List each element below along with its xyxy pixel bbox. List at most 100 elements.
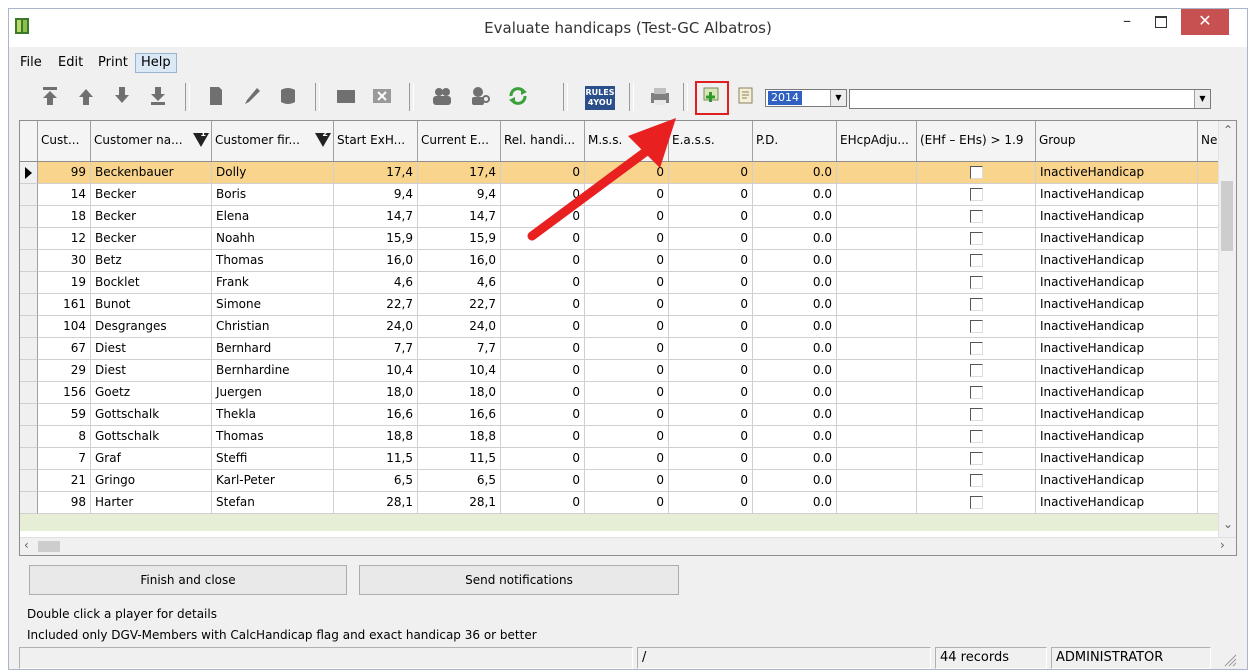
cell-mss[interactable]: 0: [585, 448, 669, 470]
row-header[interactable]: [20, 338, 38, 360]
finish-and-close-button[interactable]: Finish and close: [29, 565, 347, 595]
ehf-ehs-checkbox[interactable]: [970, 210, 983, 223]
cell-eass[interactable]: 0: [669, 184, 753, 206]
cell-eass[interactable]: 0: [669, 492, 753, 514]
row-header[interactable]: [20, 162, 38, 184]
column-header-ehf-ehs[interactable]: (EHf – EHs) > 1.9: [917, 121, 1036, 161]
cell-customer-id[interactable]: 59: [38, 404, 91, 426]
cell-ne[interactable]: [1198, 184, 1220, 206]
cell-rel-handicap[interactable]: 0: [501, 338, 585, 360]
cell-mss[interactable]: 0: [585, 316, 669, 338]
cell-start-exh[interactable]: 7,7: [334, 338, 418, 360]
cell-ehcp-adjust[interactable]: [837, 448, 917, 470]
cell-customer-name[interactable]: Beckenbauer: [91, 162, 212, 184]
cell-current-e[interactable]: 18,0: [418, 382, 501, 404]
rules4you-button[interactable]: RULES 4YOU: [585, 86, 615, 110]
cell-pd[interactable]: 0.0: [753, 492, 837, 514]
menu-file[interactable]: File: [15, 54, 47, 72]
ehf-ehs-checkbox[interactable]: [970, 408, 983, 421]
column-header-current-e[interactable]: Current E...: [418, 121, 501, 161]
cell-current-e[interactable]: 4,6: [418, 272, 501, 294]
print-button[interactable]: [649, 85, 671, 107]
table-row[interactable]: 104 Desgranges Christian 24,0 24,0 0 0 0 0.0 Inac…: [20, 316, 1220, 338]
cell-rel-handicap[interactable]: 0: [501, 360, 585, 382]
cell-customer-name[interactable]: Gottschalk: [91, 426, 212, 448]
handicap-grid[interactable]: Cust... Customer na... 1 Customer fir...…: [19, 120, 1237, 556]
table-row[interactable]: 59 Gottschalk Thekla 16,6 16,6 0 0 0 0.0 Inactive…: [20, 404, 1220, 426]
row-header[interactable]: [20, 470, 38, 492]
cell-eass[interactable]: 0: [669, 206, 753, 228]
cell-pd[interactable]: 0.0: [753, 228, 837, 250]
cell-group[interactable]: InactiveHandicap: [1036, 272, 1198, 294]
cell-ne[interactable]: [1198, 382, 1220, 404]
cell-ehcp-adjust[interactable]: [837, 338, 917, 360]
cell-rel-handicap[interactable]: 0: [501, 294, 585, 316]
row-header[interactable]: [20, 206, 38, 228]
cell-ehcp-adjust[interactable]: [837, 294, 917, 316]
cell-ehcp-adjust[interactable]: [837, 272, 917, 294]
table-row[interactable]: 99 Beckenbauer Dolly 17,4 17,4 0 0 0 0.0 Inactive…: [20, 162, 1220, 184]
cell-ne[interactable]: [1198, 404, 1220, 426]
column-header-customer-id[interactable]: Cust...: [38, 121, 91, 161]
cell-start-exh[interactable]: 6,5: [334, 470, 418, 492]
cell-customer-id[interactable]: 7: [38, 448, 91, 470]
cell-ehcp-adjust[interactable]: [837, 492, 917, 514]
refresh-button[interactable]: [507, 85, 529, 107]
cell-group[interactable]: InactiveHandicap: [1036, 470, 1198, 492]
row-header[interactable]: [20, 492, 38, 514]
cell-customer-id[interactable]: 98: [38, 492, 91, 514]
minimize-button[interactable]: –: [1113, 9, 1141, 35]
cell-customer-first[interactable]: Noahh: [212, 228, 334, 250]
ehf-ehs-checkbox[interactable]: [970, 320, 983, 333]
cell-customer-first[interactable]: Thekla: [212, 404, 334, 426]
users-button[interactable]: [431, 85, 453, 107]
table-row[interactable]: 12 Becker Noahh 15,9 15,9 0 0 0 0.0 InactiveHandi…: [20, 228, 1220, 250]
cell-ne[interactable]: [1198, 162, 1220, 184]
row-header[interactable]: [20, 448, 38, 470]
move-down-button[interactable]: [111, 85, 133, 107]
row-header[interactable]: [20, 184, 38, 206]
table-row[interactable]: 67 Diest Bernhard 7,7 7,7 0 0 0 0.0 InactiveHandi…: [20, 338, 1220, 360]
cell-customer-first[interactable]: Juergen: [212, 382, 334, 404]
cell-current-e[interactable]: 16,6: [418, 404, 501, 426]
cell-current-e[interactable]: 11,5: [418, 448, 501, 470]
cell-customer-first[interactable]: Karl-Peter: [212, 470, 334, 492]
cell-ehcp-adjust[interactable]: [837, 382, 917, 404]
cell-customer-first[interactable]: Thomas: [212, 250, 334, 272]
row-header[interactable]: [20, 360, 38, 382]
delete-button[interactable]: [277, 85, 299, 107]
cell-current-e[interactable]: 6,5: [418, 470, 501, 492]
cell-group[interactable]: InactiveHandicap: [1036, 206, 1198, 228]
menu-edit[interactable]: Edit: [53, 54, 88, 72]
cell-eass[interactable]: 0: [669, 382, 753, 404]
cell-ne[interactable]: [1198, 272, 1220, 294]
cell-eass[interactable]: 0: [669, 162, 753, 184]
column-header-rel-handicap[interactable]: Rel. handi...: [501, 121, 585, 161]
cell-customer-id[interactable]: 14: [38, 184, 91, 206]
notes-button[interactable]: [735, 85, 757, 107]
cell-rel-handicap[interactable]: 0: [501, 272, 585, 294]
ehf-ehs-checkbox[interactable]: [970, 496, 983, 509]
cell-current-e[interactable]: 14,7: [418, 206, 501, 228]
column-header-group[interactable]: Group: [1036, 121, 1198, 161]
cell-start-exh[interactable]: 17,4: [334, 162, 418, 184]
cell-start-exh[interactable]: 11,5: [334, 448, 418, 470]
new-record-button[interactable]: [205, 85, 227, 107]
column-header-start-exh[interactable]: Start ExH...: [334, 121, 418, 161]
cell-customer-id[interactable]: 99: [38, 162, 91, 184]
column-header-ne[interactable]: Ne: [1198, 121, 1220, 161]
vertical-scrollbar[interactable]: ⌃ ⌄: [1218, 121, 1236, 539]
cell-current-e[interactable]: 7,7: [418, 338, 501, 360]
cell-group[interactable]: InactiveHandicap: [1036, 162, 1198, 184]
cell-customer-name[interactable]: Becker: [91, 228, 212, 250]
cell-group[interactable]: InactiveHandicap: [1036, 382, 1198, 404]
cell-rel-handicap[interactable]: 0: [501, 448, 585, 470]
cell-group[interactable]: InactiveHandicap: [1036, 316, 1198, 338]
cell-ne[interactable]: [1198, 250, 1220, 272]
cell-start-exh[interactable]: 4,6: [334, 272, 418, 294]
menu-help[interactable]: Help: [135, 53, 177, 73]
cell-customer-first[interactable]: Stefan: [212, 492, 334, 514]
cell-current-e[interactable]: 24,0: [418, 316, 501, 338]
edit-button[interactable]: [241, 85, 263, 107]
ehf-ehs-checkbox[interactable]: [970, 276, 983, 289]
